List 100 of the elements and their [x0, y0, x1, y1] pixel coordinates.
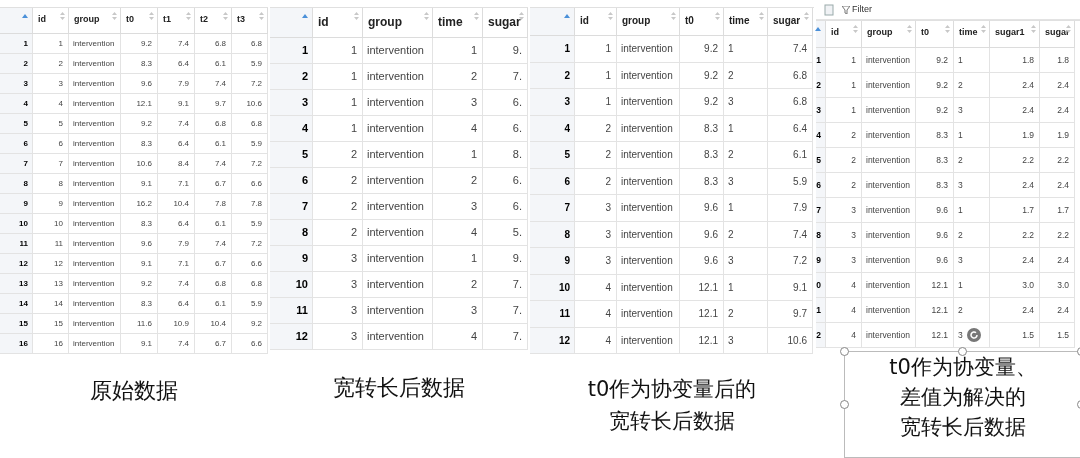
column-header[interactable]: t0 — [680, 8, 724, 36]
row-number: 4 — [0, 94, 33, 114]
table-cell: intervention — [363, 246, 433, 272]
table-cell: 8.3 — [916, 173, 954, 198]
column-header[interactable]: id — [575, 8, 617, 36]
table-cell: intervention — [862, 273, 916, 298]
table-cell: 2 — [954, 298, 990, 323]
table-cell: 7. — [483, 324, 528, 350]
column-header[interactable]: sugar — [483, 8, 528, 38]
table-cell: 6.4 — [158, 54, 195, 74]
table-cell: 12.1 — [680, 274, 724, 301]
table-cell: 9.2 — [916, 98, 954, 123]
table-cell: 5.9 — [232, 214, 268, 234]
column-header[interactable]: group — [862, 21, 916, 48]
sort-ascending-icon[interactable] — [815, 27, 821, 31]
column-header[interactable]: time — [433, 8, 483, 38]
table-cell: 10.6 — [121, 154, 158, 174]
table-cell: 12.1 — [680, 301, 724, 328]
table-cell: 2.4 — [1040, 248, 1075, 273]
table-cell: intervention — [363, 194, 433, 220]
column-header[interactable]: t1 — [158, 8, 195, 34]
table-cell: 1 — [433, 38, 483, 64]
table-cell: 2.4 — [990, 98, 1040, 123]
table-cell: intervention — [363, 168, 433, 194]
sort-icon — [112, 12, 117, 20]
table-cell: 2 — [724, 142, 768, 169]
sort-ascending-icon[interactable] — [564, 14, 570, 18]
row-number: 12 — [0, 254, 33, 274]
column-header[interactable]: group — [69, 8, 121, 34]
row-number: 1 — [0, 34, 33, 54]
table-cell: 1 — [433, 246, 483, 272]
table-cell: 9. — [483, 38, 528, 64]
sort-ascending-icon[interactable] — [22, 14, 28, 18]
row-number: 6 — [816, 173, 826, 198]
table-cell: 4 — [826, 323, 862, 348]
table-cell: 6.1 — [195, 134, 232, 154]
column-header[interactable]: t2 — [195, 8, 232, 34]
resize-handle[interactable] — [840, 399, 849, 409]
column-header[interactable]: sugar — [1040, 21, 1075, 48]
column-header[interactable]: id — [313, 8, 363, 38]
table-cell: 7.9 — [768, 195, 813, 222]
row-number: 1 — [270, 38, 313, 64]
column-header[interactable]: group — [363, 8, 433, 38]
resize-handle[interactable] — [840, 347, 849, 356]
table-cell: intervention — [862, 148, 916, 173]
column-header[interactable]: sugar — [768, 8, 813, 36]
table-cell: 2.2 — [1040, 223, 1075, 248]
table-cell: 7.9 — [158, 74, 195, 94]
table-cell: 7.1 — [158, 174, 195, 194]
column-header[interactable]: sugar1 — [990, 21, 1040, 48]
table-cell: intervention — [69, 154, 121, 174]
table-cell: 7.4 — [195, 234, 232, 254]
table-cell: 6.6 — [232, 254, 268, 274]
sort-icon — [1031, 25, 1036, 33]
table-cell: 9.6 — [680, 221, 724, 248]
table-cell: 3 — [954, 98, 990, 123]
column-header[interactable]: t3 — [232, 8, 268, 34]
column-header[interactable]: time — [724, 8, 768, 36]
table-cell: 5. — [483, 220, 528, 246]
document-icon[interactable] — [824, 3, 834, 16]
table-cell: 7. — [483, 298, 528, 324]
sort-icon — [945, 25, 950, 33]
rotate-icon[interactable] — [967, 328, 981, 342]
table-cell: 2.4 — [990, 298, 1040, 323]
sort-icon — [149, 12, 154, 20]
table-cell: 12.1 — [916, 323, 954, 348]
sort-icon — [1066, 25, 1071, 33]
column-header[interactable]: time — [954, 21, 990, 48]
table-cell: 1 — [313, 38, 363, 64]
table-cell: 4 — [826, 298, 862, 323]
table-cell: 2 — [313, 194, 363, 220]
table-cell: 2 — [575, 115, 617, 142]
table-cell: 6.1 — [195, 54, 232, 74]
table-cell: intervention — [69, 274, 121, 294]
table-cell: intervention — [69, 34, 121, 54]
table-cell: 12.1 — [916, 273, 954, 298]
column-header[interactable]: id — [33, 8, 69, 34]
table-cell: 6. — [483, 90, 528, 116]
table-cell: 7.4 — [768, 221, 813, 248]
column-header[interactable]: group — [617, 8, 680, 36]
table-cell: intervention — [617, 62, 680, 89]
sort-icon — [259, 12, 264, 20]
sort-icon — [715, 12, 720, 20]
sort-ascending-icon[interactable] — [302, 14, 308, 18]
resize-handle[interactable] — [958, 347, 967, 356]
table-cell: intervention — [69, 254, 121, 274]
table-cell: 2 — [954, 148, 990, 173]
table-cell: 3 — [954, 173, 990, 198]
filter-button[interactable]: Filter — [842, 2, 872, 17]
table-cell: 7.2 — [232, 74, 268, 94]
table-cell: intervention — [69, 294, 121, 314]
column-header[interactable]: t0 — [121, 8, 158, 34]
table-cell: intervention — [617, 142, 680, 169]
table-cell: 3 — [433, 90, 483, 116]
column-header[interactable]: t0 — [916, 21, 954, 48]
table-cell: 5.9 — [768, 168, 813, 195]
table-cell: 11 — [33, 234, 69, 254]
table-cell: 6. — [483, 168, 528, 194]
column-header[interactable]: id — [826, 21, 862, 48]
table-cell: 1 — [313, 116, 363, 142]
